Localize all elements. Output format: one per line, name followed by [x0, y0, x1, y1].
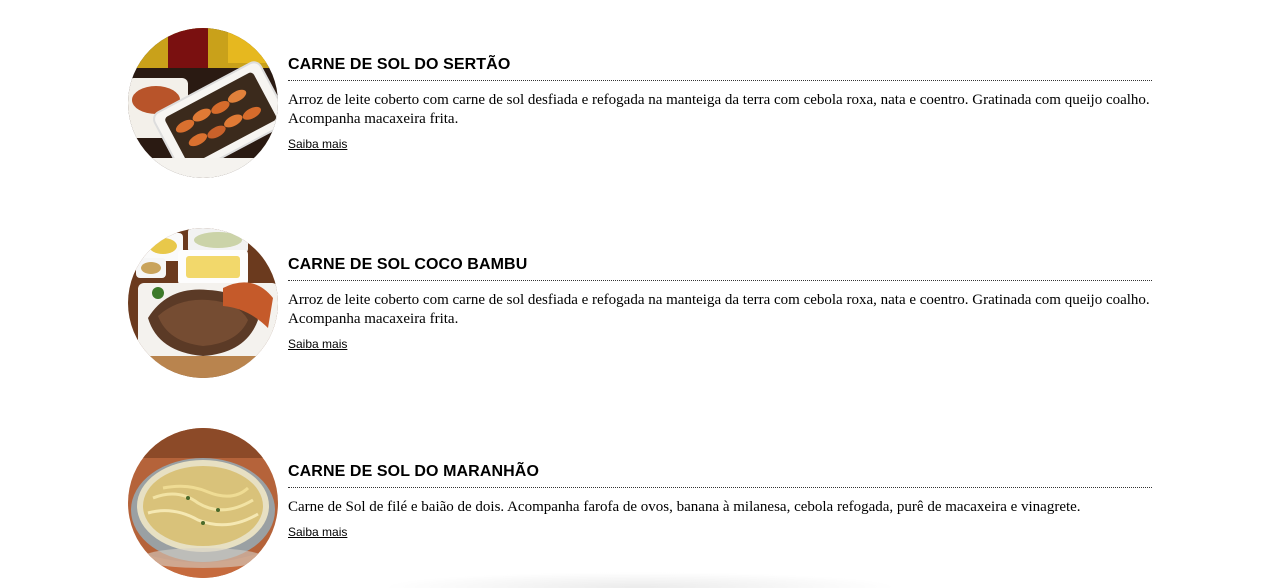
dish-description: Carne de Sol de filé e baião de dois. Ac…: [288, 499, 1081, 515]
pasta-pan-photo-icon: [128, 428, 278, 578]
menu-item-content: CARNE DE SOL DO MARANHÃO Carne de Sol de…: [288, 463, 1152, 541]
dish-description: Arroz de leite coberto com carne de sol …: [288, 92, 1150, 127]
grilled-steak-photo-icon: [128, 228, 278, 378]
menu-page: CARNE DE SOL DO SERTÃO Arroz de leite co…: [0, 0, 1267, 588]
footer-shadow: [380, 572, 900, 588]
dish-photo[interactable]: [128, 228, 278, 378]
saiba-mais-link[interactable]: Saiba mais: [288, 337, 347, 351]
menu-item-content: CARNE DE SOL DO SERTÃO Arroz de leite co…: [288, 56, 1152, 153]
saiba-mais-link[interactable]: Saiba mais: [288, 137, 347, 151]
menu-item-content: CARNE DE SOL COCO BAMBU Arroz de leite c…: [288, 256, 1152, 353]
saiba-mais-link[interactable]: Saiba mais: [288, 525, 347, 539]
dish-title: CARNE DE SOL DO SERTÃO: [288, 56, 1152, 81]
dish-photo[interactable]: [128, 428, 278, 578]
dish-title: CARNE DE SOL DO MARANHÃO: [288, 463, 1152, 488]
dish-title: CARNE DE SOL COCO BAMBU: [288, 256, 1152, 281]
shrimp-dish-photo-icon: [128, 28, 278, 178]
dish-description: Arroz de leite coberto com carne de sol …: [288, 292, 1150, 327]
dish-photo[interactable]: [128, 28, 278, 178]
